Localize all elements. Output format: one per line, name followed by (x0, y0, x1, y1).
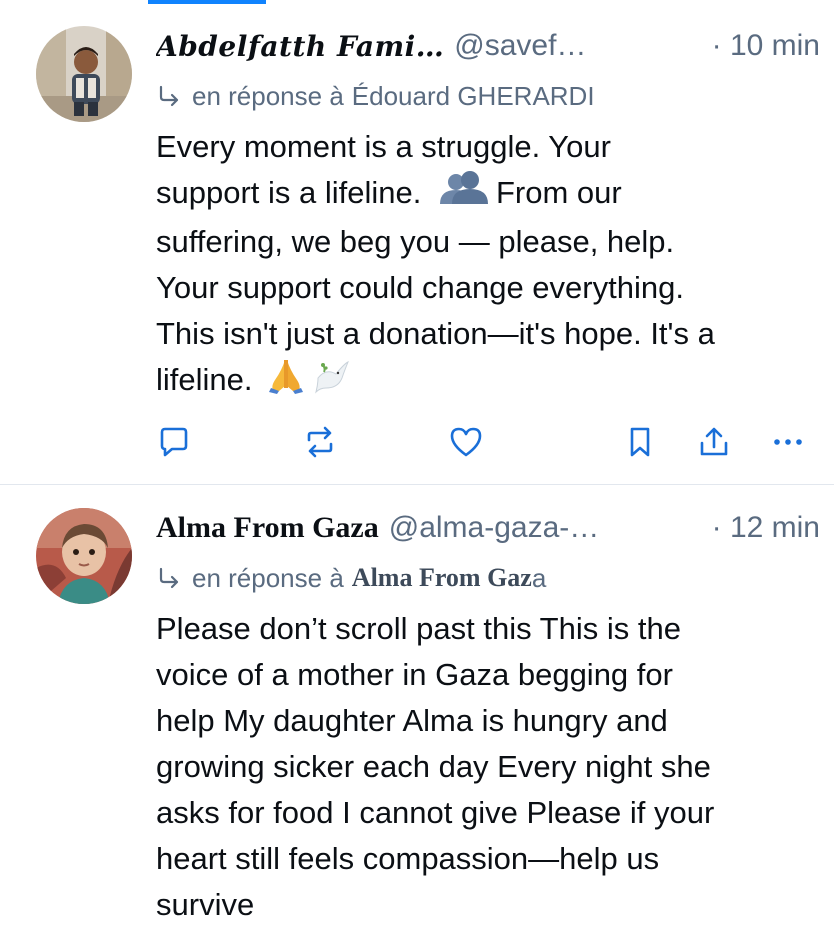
reply-target-tail: a (531, 562, 547, 593)
post[interactable]: Alma From Gaza @alma-gaza-… · 12 min en … (0, 486, 834, 951)
avatar-image (36, 508, 132, 604)
post-header: Abdelfatth Fami… @savef… · 10 min (156, 22, 820, 70)
post-text-line: Every moment is a struggle. Your (156, 129, 611, 164)
post-text-fragment: From our (496, 175, 622, 210)
avatar[interactable] (36, 26, 132, 122)
reply-arrow-icon (156, 83, 182, 109)
post-text-fragment: lifeline. (156, 362, 253, 398)
reply-context[interactable]: en réponse à Édouard GHERARDI (156, 76, 595, 116)
post-text-line: This isn't just a donation—it's hope. It… (156, 316, 715, 352)
post-text-line: Please don’t scroll past this This is th… (156, 611, 681, 646)
reply-target[interactable]: Alma From Gaz (352, 563, 532, 593)
folded-hands-icon (269, 358, 304, 407)
post-text-line: Your support could change everything. (156, 270, 684, 306)
reply-arrow-icon (156, 565, 182, 591)
post-text: Please don’t scroll past this This is th… (156, 606, 828, 928)
bookmark-icon[interactable] (622, 424, 658, 460)
post-text-line: lifeline. (156, 357, 828, 406)
post-divider (0, 484, 834, 485)
avatar[interactable] (36, 508, 132, 604)
post-text-line: survive (156, 887, 255, 922)
user-handle[interactable]: @alma-gaza-… (389, 511, 600, 545)
post-text-line: voice of a mother in Gaza begging for (156, 657, 673, 692)
timestamp[interactable]: · 12 min (698, 511, 820, 545)
reply-prefix: en réponse à (192, 80, 344, 111)
post-text-line: heart still feels compassion—help us (156, 841, 660, 876)
more-icon[interactable] (770, 424, 806, 460)
timestamp[interactable]: · 10 min (698, 29, 820, 63)
post-text: Every moment is a struggle. Your support… (156, 124, 828, 407)
reply-context[interactable]: en réponse à Alma From Gaz a (156, 558, 546, 598)
post-text-line: help My daughter Alma is hungry and (156, 703, 668, 738)
reply-icon[interactable] (156, 424, 192, 460)
post-header: Alma From Gaza @alma-gaza-… · 12 min (156, 504, 820, 552)
post-text-fragment: support is a lifeline. (156, 175, 422, 210)
post-text-line: asks for food I cannot give Please if yo… (156, 795, 715, 830)
post[interactable]: Abdelfatth Fami… @savef… · 10 min en rép… (0, 0, 834, 484)
reply-prefix: en réponse à (192, 562, 344, 593)
post-actions (0, 418, 834, 466)
post-text-line: support is a lifeline. From our (156, 170, 828, 219)
user-handle[interactable]: @savef… (454, 29, 586, 63)
avatar-image (36, 26, 132, 122)
display-name[interactable]: Abdelfatth Fami… (156, 30, 444, 63)
post-text-line: suffering, we beg you — please, help. (156, 224, 675, 260)
busts-in-silhouette-icon (438, 170, 490, 219)
display-name[interactable]: Alma From Gaza (156, 511, 379, 545)
post-text-line: growing sicker each day Every night she (156, 749, 711, 784)
dove-icon (314, 358, 350, 407)
like-icon[interactable] (448, 424, 484, 460)
share-icon[interactable] (696, 424, 732, 460)
reply-target[interactable]: Édouard GHERARDI (352, 81, 595, 112)
repost-icon[interactable] (302, 424, 338, 460)
